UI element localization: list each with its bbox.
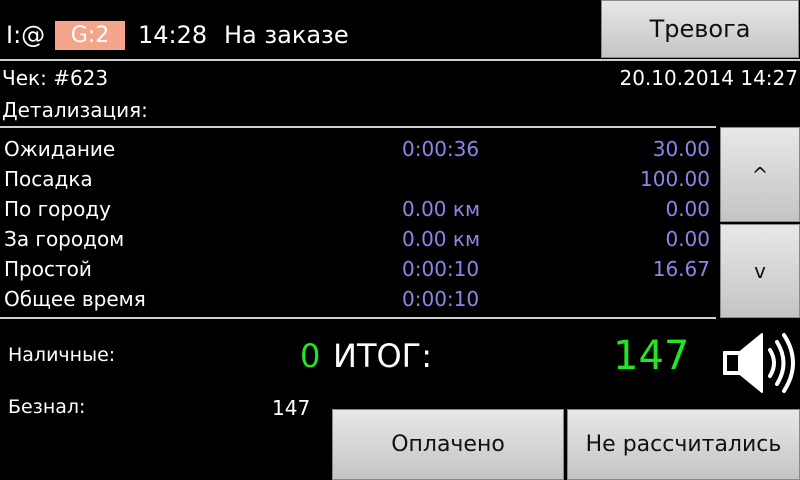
detail-amount: 100.00 — [640, 167, 710, 191]
detail-row: За городом 0.00 км 0.00 — [0, 224, 716, 254]
detail-value: 0.00 км — [402, 197, 481, 221]
cash-label: Наличные: — [8, 344, 116, 366]
cash-value: 0 — [300, 337, 321, 375]
detail-value: 0:00:10 — [402, 257, 480, 281]
speaker-icon[interactable] — [720, 330, 798, 396]
detail-value: 0:00:10 — [402, 287, 480, 311]
detail-label: За городом — [4, 227, 125, 251]
divider-top — [0, 59, 800, 61]
divider-details-top — [0, 126, 716, 128]
detail-value: 0:00:36 — [402, 137, 480, 161]
detail-value: 0.00 км — [402, 227, 481, 251]
detail-row: Посадка 100.00 — [0, 164, 716, 194]
detail-row: Простой 0:00:10 16.67 — [0, 254, 716, 284]
detail-row: По городу 0.00 км 0.00 — [0, 194, 716, 224]
cashless-label: Безнал: — [8, 396, 86, 418]
total-value: 147 — [613, 333, 690, 379]
detail-row: Ожидание 0:00:36 30.00 — [0, 134, 716, 164]
i-indicator: I:@ — [6, 21, 46, 49]
detail-label: Простой — [4, 257, 92, 281]
detail-label: По городу — [4, 197, 111, 221]
detail-row: Общее время 0:00:10 — [0, 284, 716, 314]
detail-amount: 0.00 — [665, 227, 710, 251]
detail-label: Общее время — [4, 287, 146, 311]
details-list: Ожидание 0:00:36 30.00 Посадка 100.00 По… — [0, 134, 716, 314]
alarm-button[interactable]: Тревога — [601, 0, 799, 58]
status-state: На заказе — [224, 21, 349, 49]
scroll-down-button[interactable]: v — [720, 224, 800, 318]
status-time: 14:28 — [138, 21, 208, 49]
total-label: ИТОГ: — [333, 337, 432, 375]
g-badge: G:2 — [55, 21, 125, 50]
scroll-up-button[interactable]: ^ — [720, 127, 800, 222]
divider-details-bottom — [0, 317, 716, 319]
check-number: Чек: #623 — [2, 66, 109, 90]
not-settled-button[interactable]: Не рассчитались — [567, 409, 800, 480]
detail-amount: 16.67 — [652, 257, 710, 281]
detail-label: Посадка — [4, 167, 93, 191]
check-datetime: 20.10.2014 14:27 — [619, 66, 798, 90]
paid-button[interactable]: Оплачено — [332, 409, 564, 480]
detail-amount: 30.00 — [652, 137, 710, 161]
detail-label: Ожидание — [4, 137, 116, 161]
detail-amount: 0.00 — [665, 197, 710, 221]
cashless-value: 147 — [272, 396, 311, 420]
details-label: Детализация: — [2, 98, 148, 122]
